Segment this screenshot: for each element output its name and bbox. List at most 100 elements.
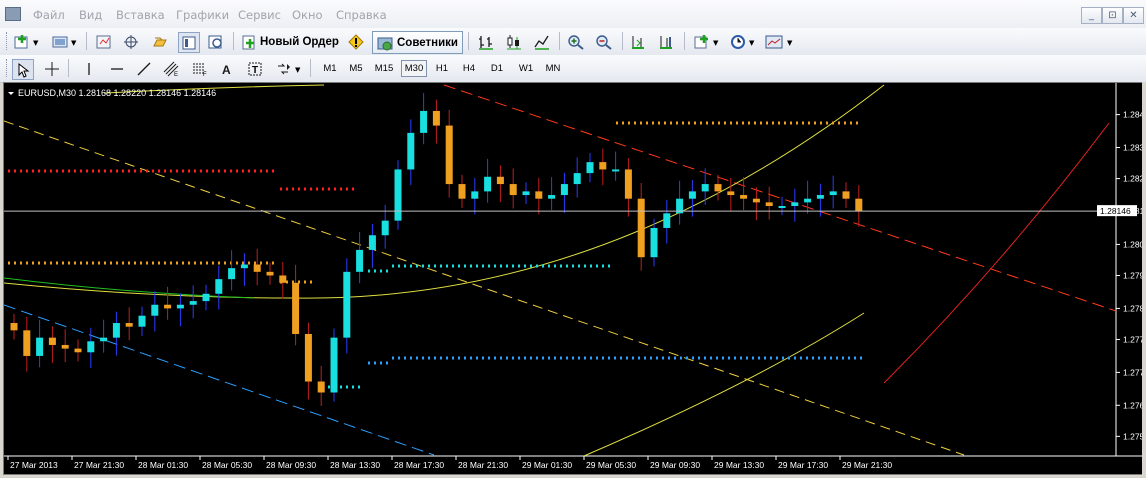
indicators-icon[interactable] <box>692 32 712 51</box>
separator <box>68 59 69 77</box>
menu-window[interactable]: Окно <box>292 8 323 22</box>
time-tick-label: 28 Mar 05:30 <box>202 460 252 470</box>
candle-body <box>509 184 517 196</box>
chart-shift-icon[interactable] <box>656 32 676 51</box>
restore-button[interactable]: ⊡ <box>1102 7 1123 24</box>
strategy-tester-icon[interactable] <box>206 32 226 51</box>
profiles-icon[interactable] <box>50 32 70 51</box>
time-tick-label: 28 Mar 17:30 <box>394 460 444 470</box>
timeframe-d1[interactable]: D1 <box>485 60 509 77</box>
timeframe-m5[interactable]: M5 <box>344 60 368 77</box>
meta-editor-icon[interactable] <box>346 32 366 51</box>
close-button[interactable]: ✕ <box>1123 7 1144 24</box>
price-tick-label: 1.27970 <box>1123 270 1142 280</box>
candle-body <box>650 227 658 258</box>
fibonacci-icon[interactable]: F <box>190 59 210 78</box>
menu-help[interactable]: Справка <box>336 8 387 22</box>
candlestick-icon[interactable] <box>504 32 524 51</box>
timeframe-h1[interactable]: H1 <box>430 60 454 77</box>
menu-charts[interactable]: Графики <box>176 8 229 22</box>
periods-clock-icon[interactable] <box>728 32 748 51</box>
bar-chart-icon[interactable] <box>476 32 496 51</box>
separator <box>468 32 469 50</box>
candle-body <box>471 191 479 199</box>
candle-body <box>61 344 69 349</box>
time-tick-label: 28 Mar 09:30 <box>266 460 316 470</box>
auto-scroll-icon[interactable] <box>628 32 648 51</box>
candle-body <box>778 206 786 209</box>
candle-body <box>752 198 760 203</box>
candle-body <box>842 191 850 199</box>
timeframe-m30[interactable]: M30 <box>401 60 427 77</box>
time-tick-label: 27 Mar 21:30 <box>74 460 124 470</box>
minimize-button[interactable]: _ <box>1081 7 1102 24</box>
right-border <box>1142 82 1146 477</box>
menu-bar: Файл Вид Вставка Графики Сервис Окно Спр… <box>0 0 1146 29</box>
terminal-icon[interactable] <box>178 32 200 53</box>
templates-icon[interactable] <box>764 32 784 51</box>
candle-body <box>10 323 18 331</box>
dropdown-arrow-icon[interactable]: ▼ <box>33 39 38 47</box>
text-tool-icon[interactable]: A <box>217 59 237 78</box>
candle-body <box>727 191 735 196</box>
zoom-out-icon[interactable] <box>594 32 614 51</box>
candle-body <box>330 337 338 393</box>
timeframe-h4[interactable]: H4 <box>457 60 481 77</box>
svg-text:T: T <box>252 65 258 76</box>
market-watch-icon[interactable] <box>94 32 114 51</box>
candle-body <box>368 235 376 250</box>
candle-body <box>407 132 415 170</box>
crosshair-navigator-icon[interactable] <box>121 32 141 51</box>
dropdown-arrow-icon[interactable]: ▼ <box>71 39 76 47</box>
candle-body <box>266 271 274 276</box>
menu-view[interactable]: Вид <box>79 8 102 22</box>
favorites-icon[interactable] <box>150 32 170 51</box>
cursor-icon[interactable] <box>12 59 34 80</box>
vertical-line-icon[interactable] <box>79 59 99 78</box>
candle-body <box>189 301 197 305</box>
menu-tools[interactable]: Сервис <box>238 8 281 22</box>
line-chart-icon[interactable] <box>532 32 552 51</box>
candle-body <box>151 304 159 316</box>
zoom-in-icon[interactable] <box>566 32 586 51</box>
price-tick-label: 1.27880 <box>1123 303 1142 313</box>
candle-body <box>829 191 837 196</box>
chart-window[interactable]: 1.28410 1.28320 1.28235 1.28146 1.28055 1.279… <box>3 82 1146 475</box>
candle-body <box>279 275 287 283</box>
candle-body <box>432 110 440 126</box>
timeframe-m15[interactable]: M15 <box>372 60 396 77</box>
horizontal-line-icon[interactable] <box>107 59 127 78</box>
new-order-button[interactable]: Новый Ордер <box>240 31 339 52</box>
app-icon <box>5 7 21 21</box>
candle-body <box>356 249 364 272</box>
dropdown-arrow-icon[interactable]: ▼ <box>295 66 300 74</box>
arrows-icon[interactable] <box>274 59 294 78</box>
menu-file[interactable]: Файл <box>33 8 65 22</box>
svg-text:E: E <box>174 72 178 77</box>
crosshair-icon[interactable] <box>42 59 62 78</box>
experts-button[interactable]: Советники <box>372 31 463 54</box>
timeframe-m1[interactable]: M1 <box>318 60 342 77</box>
menu-insert[interactable]: Вставка <box>116 8 165 22</box>
drawing-toolbar: E F A T ▼ M1 M5 M15 M30 H1 H4 D1 W1 MN <box>0 55 1146 83</box>
dropdown-arrow-icon[interactable]: ▼ <box>787 39 792 47</box>
price-chart[interactable]: 1.28410 1.28320 1.28235 1.28146 1.28055 1.279… <box>3 83 1146 474</box>
dropdown-arrow-icon[interactable]: ▼ <box>749 39 754 47</box>
text-label-icon[interactable]: T <box>245 59 265 78</box>
price-tick-label: 1.28410 <box>1123 110 1142 120</box>
separator <box>310 59 311 77</box>
equidistant-channel-icon[interactable]: E <box>162 59 182 78</box>
new-chart-icon[interactable] <box>12 32 32 51</box>
candle-body <box>688 191 696 199</box>
candle-body <box>701 184 709 192</box>
timeframe-w1[interactable]: W1 <box>514 60 538 77</box>
candle-body <box>740 195 748 199</box>
candle-body <box>573 173 581 185</box>
trendline-icon[interactable] <box>134 59 154 78</box>
svg-text:A: A <box>222 63 231 77</box>
candle-body <box>714 184 722 192</box>
dropdown-arrow-icon[interactable]: ▼ <box>713 39 718 47</box>
time-tick-label: 29 Mar 05:30 <box>586 460 636 470</box>
timeframe-mn[interactable]: MN <box>541 60 565 77</box>
new-order-label: Новый Ордер <box>260 35 339 48</box>
